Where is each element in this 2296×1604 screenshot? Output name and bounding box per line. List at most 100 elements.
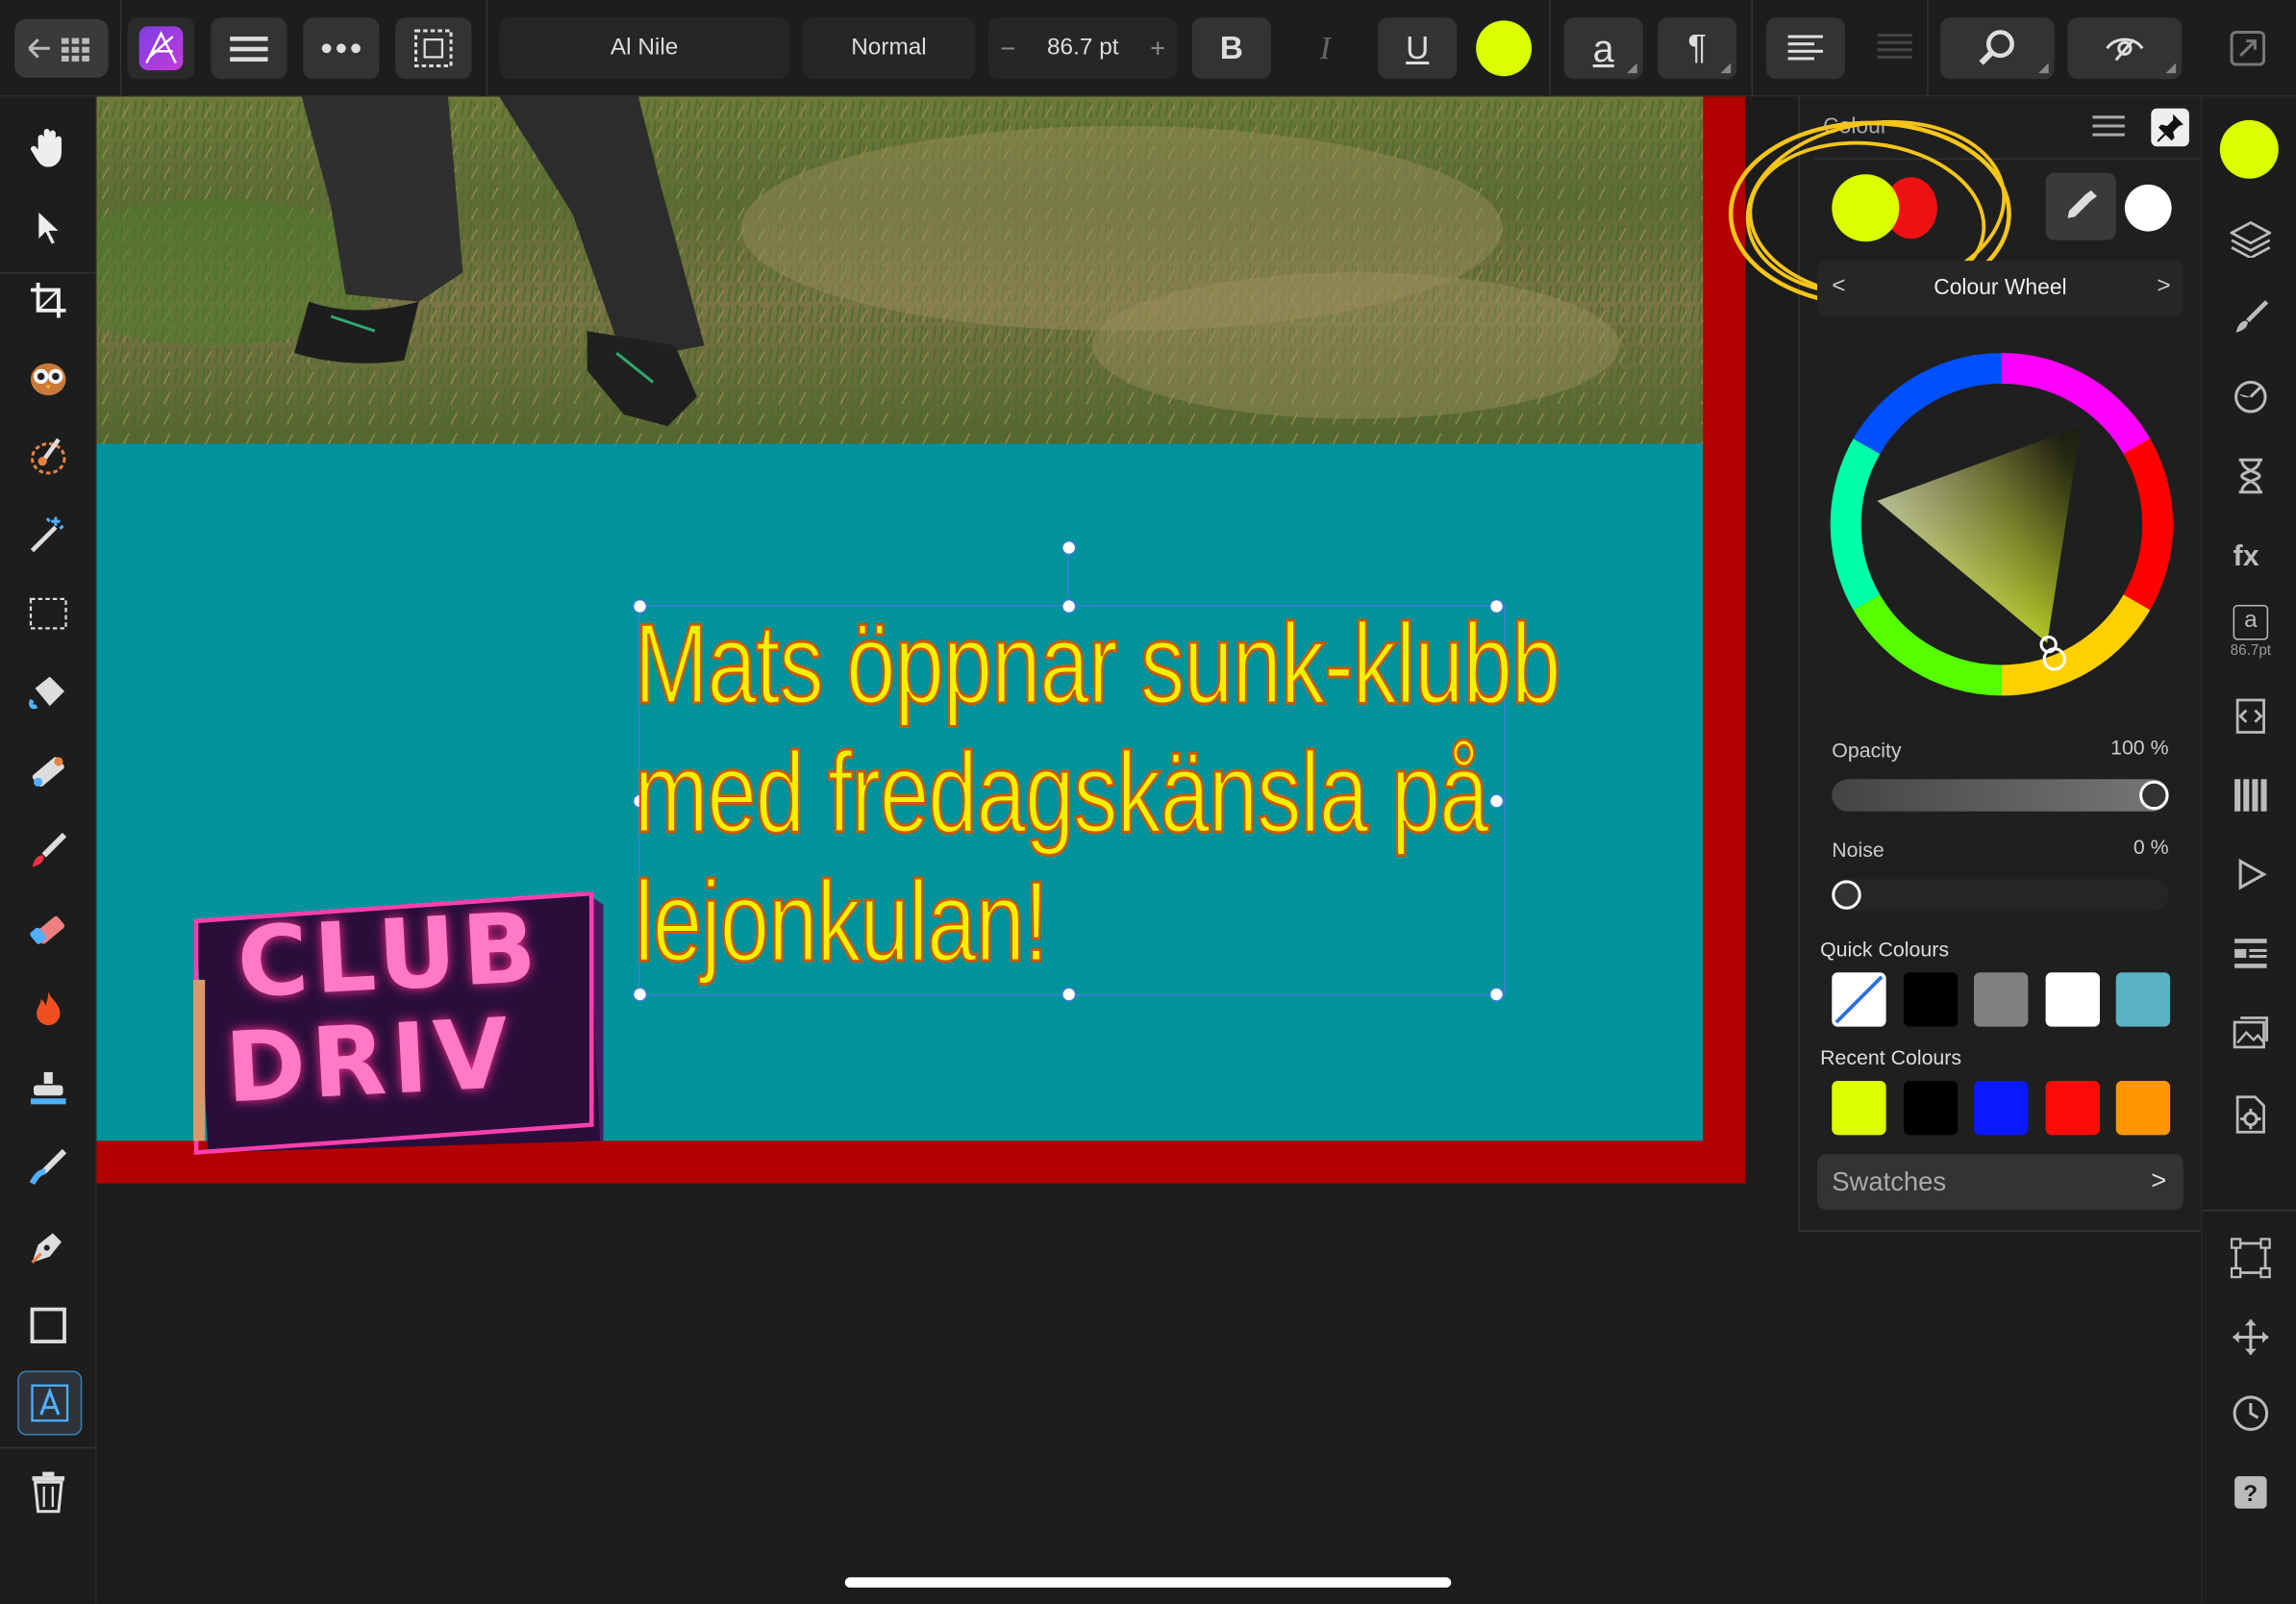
text-fill-color-swatch[interactable] xyxy=(1476,20,1533,77)
picked-colour-swatch[interactable] xyxy=(2124,184,2172,232)
move-studio-button[interactable] xyxy=(2220,1307,2282,1368)
colour-picker-button[interactable] xyxy=(2045,172,2116,240)
quick-colour-swatch[interactable] xyxy=(2044,972,2100,1027)
selection-brush-tool[interactable] xyxy=(17,345,79,407)
noise-value[interactable]: 0 % xyxy=(2092,835,2169,858)
font-size-decrease[interactable]: − xyxy=(1000,33,1015,63)
font-style-field[interactable]: Normal xyxy=(802,17,976,80)
quick-colour-swatch[interactable] xyxy=(1832,972,1886,1027)
colour-mode-selector[interactable]: < Colour Wheel > xyxy=(1817,261,2184,316)
channels-studio-button[interactable] xyxy=(2220,764,2282,826)
resize-handle-r[interactable] xyxy=(1488,793,1505,809)
font-size-stepper[interactable]: − 86.7 pt + xyxy=(988,17,1178,80)
font-family-field[interactable]: Al Nile xyxy=(499,17,789,80)
eraser-tool[interactable] xyxy=(17,899,79,961)
text-tool-icon xyxy=(31,1384,69,1422)
image-stack-icon xyxy=(2233,1016,2268,1049)
paragraph-button[interactable]: ¶ xyxy=(1658,17,1737,80)
gradient-tool[interactable] xyxy=(17,741,79,803)
italic-button[interactable]: I xyxy=(1285,17,1365,80)
font-size-value[interactable]: 86.7 pt xyxy=(1047,36,1119,62)
view-mode-button[interactable] xyxy=(2067,17,2183,80)
menu-button[interactable] xyxy=(211,17,287,80)
opacity-slider[interactable] xyxy=(1832,779,2169,812)
adjustment-icon xyxy=(2234,380,2267,414)
hand-tool[interactable] xyxy=(17,117,79,179)
recent-colour-swatch[interactable] xyxy=(1974,1080,2029,1136)
more-button[interactable] xyxy=(303,17,380,80)
zoom-button[interactable] xyxy=(1939,17,2055,80)
back-to-gallery-button[interactable] xyxy=(14,18,109,78)
magic-wand-tool[interactable] xyxy=(17,504,79,565)
recent-colour-swatch[interactable] xyxy=(2044,1080,2100,1136)
layers-studio-button[interactable] xyxy=(2220,208,2282,269)
selection-button[interactable] xyxy=(395,17,472,80)
pen-tool[interactable] xyxy=(17,1216,79,1277)
current-colour-button[interactable] xyxy=(2219,119,2279,179)
headline-line-1[interactable]: Mats öppnar sunk-klubb xyxy=(633,599,1561,728)
app-persona-button[interactable] xyxy=(127,17,195,80)
mode-next-chevron[interactable]: > xyxy=(2157,274,2170,300)
opacity-value[interactable]: 100 % xyxy=(2092,736,2168,759)
delete-button[interactable] xyxy=(17,1462,79,1523)
resize-handle-bl[interactable] xyxy=(632,987,648,1002)
crop-tool[interactable] xyxy=(17,269,79,331)
headline-line-3[interactable]: lejonkulan! xyxy=(633,857,1050,986)
swatches-chevron: > xyxy=(2151,1165,2167,1195)
smudge-tool[interactable] xyxy=(17,1137,79,1198)
burn-tool[interactable] xyxy=(17,978,79,1040)
paint-brush-tool[interactable] xyxy=(17,820,79,882)
quick-colour-swatch[interactable] xyxy=(1974,972,2029,1027)
move-tool[interactable] xyxy=(17,196,79,258)
recent-colours-label: Recent Colours xyxy=(1820,1045,1962,1069)
help-button[interactable]: ? xyxy=(2220,1462,2282,1523)
panel-menu-icon[interactable] xyxy=(2092,112,2128,148)
stock-studio-button[interactable] xyxy=(2220,1002,2282,1064)
home-indicator[interactable] xyxy=(844,1577,1452,1588)
marquee-tool[interactable] xyxy=(17,583,79,644)
expand-icon[interactable] xyxy=(2229,29,2267,74)
recent-colour-swatch[interactable] xyxy=(1903,1080,1958,1136)
navigator-studio-button[interactable] xyxy=(2220,922,2282,984)
resize-handle-b[interactable] xyxy=(1061,987,1077,1002)
clone-tool[interactable] xyxy=(17,1058,79,1119)
code-studio-button[interactable] xyxy=(2220,686,2282,747)
document-canvas[interactable]: CLUB DRIV Mats öppnar sunk-klubb med fre… xyxy=(96,96,1746,1184)
transform-studio-button[interactable] xyxy=(2220,1227,2282,1289)
snapshots-studio-button[interactable] xyxy=(2220,1383,2282,1444)
recent-colour-swatch[interactable] xyxy=(2115,1080,2171,1136)
artistic-text-tool[interactable] xyxy=(17,1370,83,1436)
recent-colour-swatch[interactable] xyxy=(1832,1080,1886,1136)
opacity-slider-knob[interactable] xyxy=(2139,780,2169,811)
justify-icon[interactable] xyxy=(1877,33,1913,72)
rotate-handle[interactable] xyxy=(1061,539,1077,556)
text-size-indicator: 86.7pt xyxy=(2230,641,2272,659)
rectangle-tool[interactable] xyxy=(17,1294,79,1356)
flood-select-tool[interactable] xyxy=(17,425,79,487)
adjustments-studio-button[interactable] xyxy=(2220,366,2282,428)
effects-studio-button[interactable]: fx xyxy=(2220,524,2282,586)
quick-colour-swatch[interactable] xyxy=(2115,972,2171,1027)
grass-photo xyxy=(96,96,1704,444)
paint-bucket-tool[interactable] xyxy=(17,662,79,723)
character-button[interactable]: a xyxy=(1563,17,1643,80)
resize-handle-br[interactable] xyxy=(1488,987,1505,1002)
document-settings-button[interactable] xyxy=(2220,1084,2282,1145)
bold-button[interactable]: B xyxy=(1191,17,1271,80)
align-left-button[interactable] xyxy=(1765,17,1845,80)
pin-panel-button[interactable] xyxy=(2151,108,2189,147)
underline-button[interactable]: U xyxy=(1378,17,1458,80)
noise-slider[interactable] xyxy=(1832,878,2169,912)
brushes-studio-button[interactable] xyxy=(2220,288,2282,349)
quick-colour-swatch[interactable] xyxy=(1903,972,1958,1027)
headline-line-2[interactable]: med fredagskänsla på xyxy=(633,728,1490,857)
text-styles-studio-button[interactable]: a 86.7pt xyxy=(2220,600,2282,662)
noise-slider-knob[interactable] xyxy=(1832,880,1861,910)
colour-wheel[interactable] xyxy=(1829,351,2175,697)
history-studio-button[interactable] xyxy=(2220,445,2282,507)
top-toolbar: Al Nile Normal − 86.7 pt + B I U a ¶ xyxy=(0,0,2296,97)
font-family-label: Al Nile xyxy=(610,35,679,61)
font-size-increase[interactable]: + xyxy=(1150,33,1165,63)
swatches-button[interactable]: Swatches > xyxy=(1817,1154,2184,1210)
macros-studio-button[interactable] xyxy=(2220,843,2282,905)
